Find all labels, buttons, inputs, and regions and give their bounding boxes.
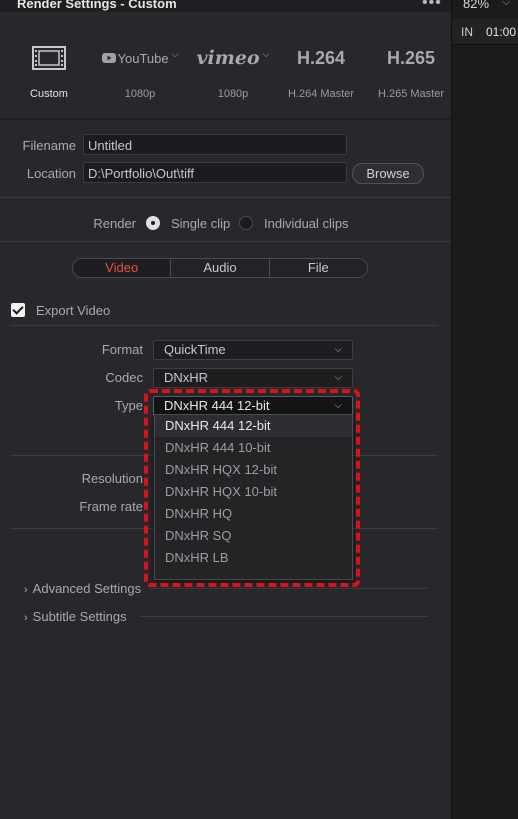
format-select[interactable]: QuickTime ⌵ bbox=[153, 340, 353, 360]
divider bbox=[0, 197, 451, 198]
chevron-right-icon: › bbox=[24, 584, 28, 596]
export-video-checkbox[interactable] bbox=[11, 303, 25, 317]
codec-label: Codec bbox=[105, 370, 143, 385]
individual-clips-label[interactable]: Individual clips bbox=[264, 216, 349, 231]
timecode-value: 01:00 bbox=[486, 25, 517, 39]
frame-rate-label: Frame rate bbox=[79, 499, 143, 514]
codec-value: DNxHR bbox=[164, 370, 209, 385]
preset-label: 1080p bbox=[124, 88, 156, 100]
advanced-settings-toggle[interactable]: › Advanced Settings bbox=[24, 581, 141, 596]
chevron-down-icon: ⌵ bbox=[334, 344, 342, 355]
preset-label: H.264 Master bbox=[287, 88, 355, 100]
preset-label: 1080p bbox=[217, 88, 249, 100]
divider bbox=[0, 118, 451, 120]
viewer-panel bbox=[451, 0, 518, 819]
divider bbox=[10, 325, 438, 326]
render-label: Render bbox=[93, 216, 136, 231]
window-title: Render Settings - Custom bbox=[17, 0, 177, 11]
chevron-down-icon: ⌵ bbox=[262, 48, 270, 59]
tab-audio[interactable]: Audio bbox=[170, 259, 269, 277]
youtube-logo-text: YouTube bbox=[117, 50, 169, 66]
preset-h265[interactable]: H.265 H.265 Master bbox=[374, 40, 448, 101]
resolution-label: Resolution bbox=[81, 471, 143, 486]
codec-select[interactable]: DNxHR ⌵ bbox=[153, 368, 353, 388]
vimeo-icon: vimeo ⌵ bbox=[193, 40, 273, 76]
settings-tabs: Video Audio File bbox=[72, 258, 368, 278]
type-label: Type bbox=[114, 398, 143, 413]
vimeo-logo-text: vimeo bbox=[196, 47, 260, 69]
preset-logo-text: H.265 bbox=[386, 47, 436, 68]
export-video-label[interactable]: Export Video bbox=[36, 303, 110, 318]
film-frame-icon bbox=[18, 40, 80, 76]
individual-clips-radio[interactable] bbox=[239, 216, 253, 230]
subtitle-settings-toggle[interactable]: › Subtitle Settings bbox=[24, 609, 127, 624]
filename-input[interactable]: Untitled bbox=[83, 134, 347, 155]
zoom-level[interactable]: 82% bbox=[463, 0, 489, 11]
location-input[interactable]: D:\Portfolio\Out\tiff bbox=[83, 162, 347, 183]
format-value: QuickTime bbox=[164, 342, 226, 357]
chevron-down-icon: ⌵ bbox=[334, 372, 342, 383]
chevron-right-icon: › bbox=[24, 612, 28, 624]
preset-logo-text: H.264 bbox=[296, 47, 346, 68]
preset-youtube[interactable]: YouTube ⌵ 1080p bbox=[100, 40, 180, 100]
ellipsis-icon[interactable]: ••• bbox=[422, 0, 442, 12]
advanced-settings-label: Advanced Settings bbox=[32, 581, 142, 596]
youtube-icon: YouTube ⌵ bbox=[100, 40, 180, 76]
chevron-down-icon[interactable]: ⌵ bbox=[502, 0, 510, 9]
format-label: Format bbox=[101, 342, 143, 357]
preset-h264[interactable]: H.264 H.264 Master bbox=[282, 40, 360, 101]
subtitle-settings-label: Subtitle Settings bbox=[32, 609, 127, 624]
tab-video[interactable]: Video bbox=[73, 259, 171, 277]
preset-custom[interactable]: Custom bbox=[18, 40, 80, 100]
highlight-annotation bbox=[144, 389, 360, 587]
filename-label: Filename bbox=[22, 138, 76, 153]
single-clip-label[interactable]: Single clip bbox=[171, 216, 230, 231]
preset-label: Custom bbox=[30, 88, 68, 100]
single-clip-radio[interactable] bbox=[146, 216, 160, 230]
chevron-down-icon: ⌵ bbox=[171, 48, 179, 59]
divider bbox=[140, 616, 428, 617]
preset-vimeo[interactable]: vimeo ⌵ 1080p bbox=[193, 40, 273, 100]
preset-label: H.265 Master bbox=[377, 88, 445, 100]
location-label: Location bbox=[26, 166, 76, 181]
tab-file[interactable]: File bbox=[268, 259, 367, 277]
divider bbox=[0, 241, 451, 242]
browse-button[interactable]: Browse bbox=[352, 163, 424, 184]
divider bbox=[150, 588, 428, 589]
in-point-label: IN bbox=[461, 25, 473, 39]
